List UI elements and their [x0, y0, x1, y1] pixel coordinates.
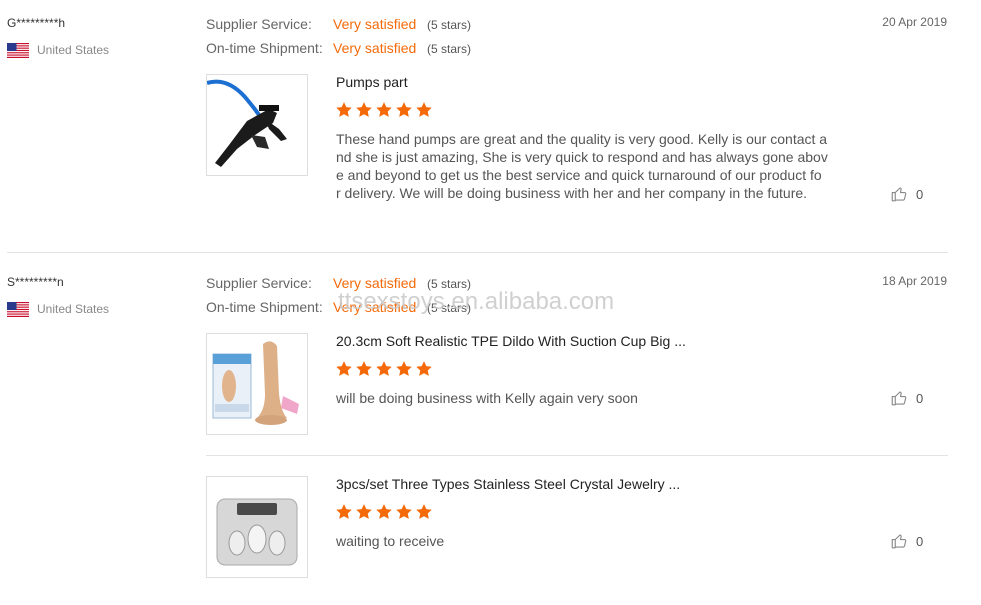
buyer-country: United States — [37, 302, 110, 316]
like-button[interactable]: 0 — [890, 185, 923, 203]
product-box-image — [212, 341, 299, 425]
review-comment: waiting to receive — [336, 533, 445, 549]
review-date: 18 Apr 2019 — [882, 274, 947, 288]
product-title[interactable]: Pumps part — [336, 74, 408, 90]
supplier-service-label: Supplier Service: — [206, 275, 312, 291]
star-icon — [396, 102, 412, 117]
review-date: 20 Apr 2019 — [882, 15, 947, 29]
star-icon — [376, 102, 392, 117]
like-count: 0 — [916, 533, 924, 549]
us-flag-icon — [7, 302, 29, 317]
buyer-name: S*********n — [7, 275, 64, 289]
star-icon — [336, 504, 352, 519]
ontime-shipment-label: On-time Shipment: — [206, 40, 323, 56]
star-icon — [356, 102, 372, 117]
supplier-service-label: Supplier Service: — [206, 16, 312, 32]
star-icon — [396, 504, 412, 519]
star-icon — [336, 102, 352, 117]
star-icon — [396, 361, 412, 376]
review-comment: will be doing business with Kelly again … — [336, 390, 638, 406]
thumbs-up-icon — [891, 187, 907, 202]
us-flag-icon — [7, 43, 29, 58]
product-thumbnail[interactable] — [206, 74, 308, 176]
like-button[interactable]: 0 — [890, 532, 923, 550]
buyer-country: United States — [37, 43, 110, 57]
supplier-service-stars: (5 stars) — [427, 18, 472, 32]
product-rating — [335, 503, 433, 521]
comment-line: nd she is just amazing, She is very quic… — [336, 149, 828, 165]
star-icon — [416, 504, 432, 519]
product-thumbnail[interactable] — [206, 333, 308, 435]
star-icon — [336, 361, 352, 376]
product-title[interactable]: 3pcs/set Three Types Stainless Steel Cry… — [336, 476, 680, 492]
comment-line: These hand pumps are great and the quali… — [336, 131, 828, 147]
review-comment: These hand pumps are great and the quali… — [336, 130, 832, 202]
supplier-service-value: Very satisfied — [333, 16, 417, 32]
star-icon — [416, 102, 432, 117]
pump-image — [207, 79, 287, 167]
jewelry-set-image — [216, 498, 298, 566]
watermark: ttsexstoys.en.alibaba.com — [338, 288, 615, 315]
like-count: 0 — [916, 390, 924, 406]
thumbs-up-icon — [891, 534, 907, 549]
ontime-shipment-stars: (5 stars) — [427, 42, 472, 56]
comment-line: e and beyond to get us the best service … — [336, 167, 822, 183]
product-thumbnail[interactable] — [206, 476, 308, 578]
comment-line: r delivery. We will be doing business wi… — [336, 185, 808, 201]
ontime-shipment-value: Very satisfied — [333, 40, 417, 56]
thumbs-up-icon — [891, 391, 907, 406]
star-icon — [376, 361, 392, 376]
product-rating — [335, 360, 433, 378]
product-title[interactable]: 20.3cm Soft Realistic TPE Dildo With Suc… — [336, 333, 686, 349]
star-icon — [356, 361, 372, 376]
star-icon — [376, 504, 392, 519]
like-count: 0 — [916, 186, 924, 202]
like-button[interactable]: 0 — [890, 389, 923, 407]
buyer-name: G*********h — [7, 16, 66, 30]
star-icon — [356, 504, 372, 519]
review-divider — [7, 252, 948, 253]
product-divider — [206, 455, 948, 456]
star-icon — [416, 361, 432, 376]
product-rating — [335, 101, 433, 119]
ontime-shipment-label: On-time Shipment: — [206, 299, 323, 315]
